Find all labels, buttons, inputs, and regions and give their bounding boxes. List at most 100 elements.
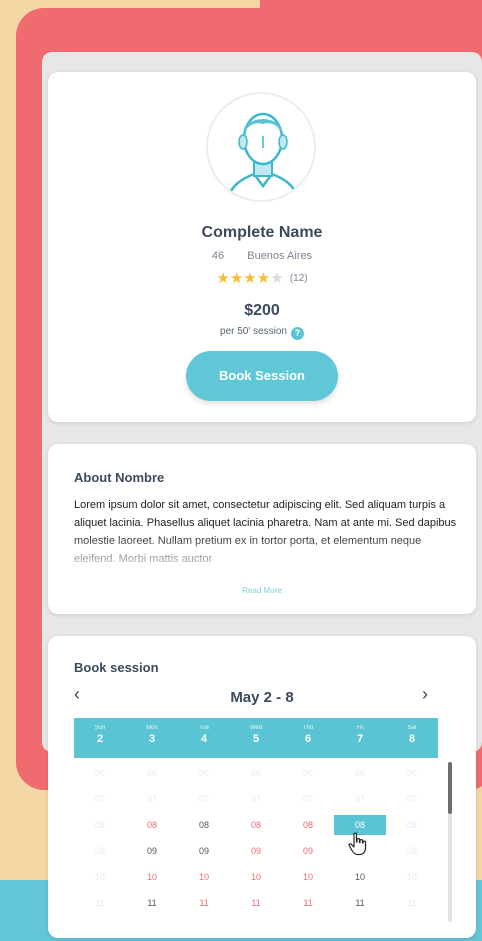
about-card: About Nombre Lorem ipsum dolor sit amet,… [48, 444, 476, 614]
day-column-header: Fri 7 [334, 718, 386, 758]
slot-row: 07 07 07 07 07 07 07 [74, 786, 438, 812]
time-slot: 07 [406, 794, 417, 804]
day-number: 5 [252, 733, 260, 745]
profile-city: Buenos Aires [247, 250, 313, 262]
about-title: About Nombre [74, 470, 165, 485]
time-slot: 07 [146, 794, 157, 804]
day-column-header: Tue 4 [178, 718, 230, 758]
slot-row: 11 11 11 11 11 11 11 [74, 890, 438, 916]
text-fade [74, 534, 458, 570]
profile-meta: 46 Buenos Aires [48, 250, 476, 262]
slots-scrollbar[interactable] [448, 762, 452, 922]
day-name: Thu [302, 725, 314, 731]
scroll-thumb[interactable] [448, 762, 452, 814]
time-slot: 06 [198, 768, 209, 778]
time-slot: 07 [302, 794, 313, 804]
hand-cursor-icon [348, 832, 367, 856]
time-slot: 11 [407, 898, 417, 908]
time-slot[interactable]: 08 [230, 812, 282, 838]
time-slot: 07 [250, 794, 261, 804]
session-price: $200 [244, 302, 280, 319]
time-slot[interactable]: 09 [178, 838, 230, 864]
time-slot[interactable]: 10 [282, 864, 334, 890]
avatar [206, 92, 316, 202]
day-column-header: Mon 3 [126, 718, 178, 758]
book-session-button[interactable]: Book Session [186, 351, 338, 401]
time-slot: 10 [94, 872, 105, 882]
star-filled-icon: ★ [216, 270, 230, 287]
star-rating: ★★★★★ (12) [48, 269, 476, 287]
day-column-header: Thu 6 [282, 718, 334, 758]
time-slot[interactable]: 10 [178, 864, 230, 890]
day-column-header: Wed 5 [230, 718, 282, 758]
time-slot[interactable]: 11 [126, 890, 178, 916]
booking-card: Book session ‹ May 2 - 8 › Sun 2 Mon 3 Tue 4 W… [48, 636, 476, 938]
day-name: Mon [146, 725, 158, 731]
day-name: Sun [94, 725, 106, 731]
time-slot[interactable]: 11 [178, 890, 230, 916]
price-note: per 50' session? [48, 326, 476, 340]
time-slot: 09 [406, 846, 417, 856]
time-slot: 10 [406, 872, 417, 882]
day-number: 2 [96, 733, 104, 745]
profile-name: Complete Name [201, 224, 323, 241]
time-slot: 11 [95, 898, 105, 908]
week-label: May 2 - 8 [230, 689, 294, 706]
slot-row: 10 10 10 10 10 10 10 [74, 864, 438, 890]
time-slot[interactable]: 08 [282, 812, 334, 838]
time-slot: 07 [354, 794, 365, 804]
time-slot: 09 [94, 846, 105, 856]
time-slot[interactable]: 09 [230, 838, 282, 864]
info-icon[interactable]: ? [290, 327, 304, 340]
star-empty-icon: ★ [270, 270, 284, 287]
time-slot[interactable]: 11 [230, 890, 282, 916]
time-slot[interactable]: 08 [126, 812, 178, 838]
time-slot: 08 [406, 820, 417, 830]
day-column-header: Sat 8 [386, 718, 438, 758]
time-slot: 06 [406, 768, 417, 778]
day-number: 7 [356, 733, 364, 745]
rating-count: (12) [289, 273, 308, 284]
time-slots-grid: 06 06 06 06 06 06 06 07 07 07 07 07 07 07 08 08 08 08 08 08… [74, 760, 438, 916]
star-filled-icon: ★ [243, 270, 257, 287]
time-slot: 06 [250, 768, 261, 778]
time-slot: 07 [94, 794, 105, 804]
time-slot: 06 [354, 768, 365, 778]
time-slot[interactable]: 09 [282, 838, 334, 864]
time-slot[interactable]: 08 [178, 812, 230, 838]
profile-age: 46 [211, 250, 225, 262]
booking-title: Book session [74, 660, 159, 675]
time-slot[interactable]: 10 [230, 864, 282, 890]
time-slot: 06 [146, 768, 157, 778]
day-number: 4 [200, 733, 208, 745]
price-note-text: per 50' session [220, 326, 287, 337]
day-number: 6 [304, 733, 312, 745]
day-number: 3 [148, 733, 156, 745]
slot-row: 08 08 08 08 08 08 08 [74, 812, 438, 838]
next-week-chevron-icon[interactable]: › [422, 684, 428, 705]
day-number: 8 [408, 733, 416, 745]
person-icon [225, 112, 301, 200]
days-header: Sun 2 Mon 3 Tue 4 Wed 5 Thu 6 Fri 7 Sat 8 [74, 718, 438, 758]
slot-row: 06 06 06 06 06 06 06 [74, 760, 438, 786]
day-name: Fri [356, 725, 364, 731]
time-slot: 06 [302, 768, 313, 778]
star-filled-icon: ★ [256, 270, 271, 287]
stars: ★★★★★ [216, 270, 283, 287]
time-slot[interactable]: 11 [334, 890, 386, 916]
profile-card: Complete Name 46 Buenos Aires ★★★★★ (12)… [48, 72, 476, 422]
star-filled-icon: ★ [229, 270, 244, 287]
slot-row: 09090909090909 [74, 838, 438, 864]
day-name: Sat [407, 725, 417, 731]
time-slot[interactable]: 11 [282, 890, 334, 916]
day-name: Tue [198, 725, 210, 731]
time-slot: 06 [94, 768, 105, 778]
read-more-link[interactable]: Read More [48, 586, 476, 595]
time-slot: 08 [94, 820, 105, 830]
day-column-header: Sun 2 [74, 718, 126, 758]
day-name: Wed [249, 725, 263, 731]
time-slot[interactable]: 09 [126, 838, 178, 864]
time-slot[interactable]: 10 [334, 864, 386, 890]
time-slot: 07 [198, 794, 209, 804]
time-slot[interactable]: 10 [126, 864, 178, 890]
